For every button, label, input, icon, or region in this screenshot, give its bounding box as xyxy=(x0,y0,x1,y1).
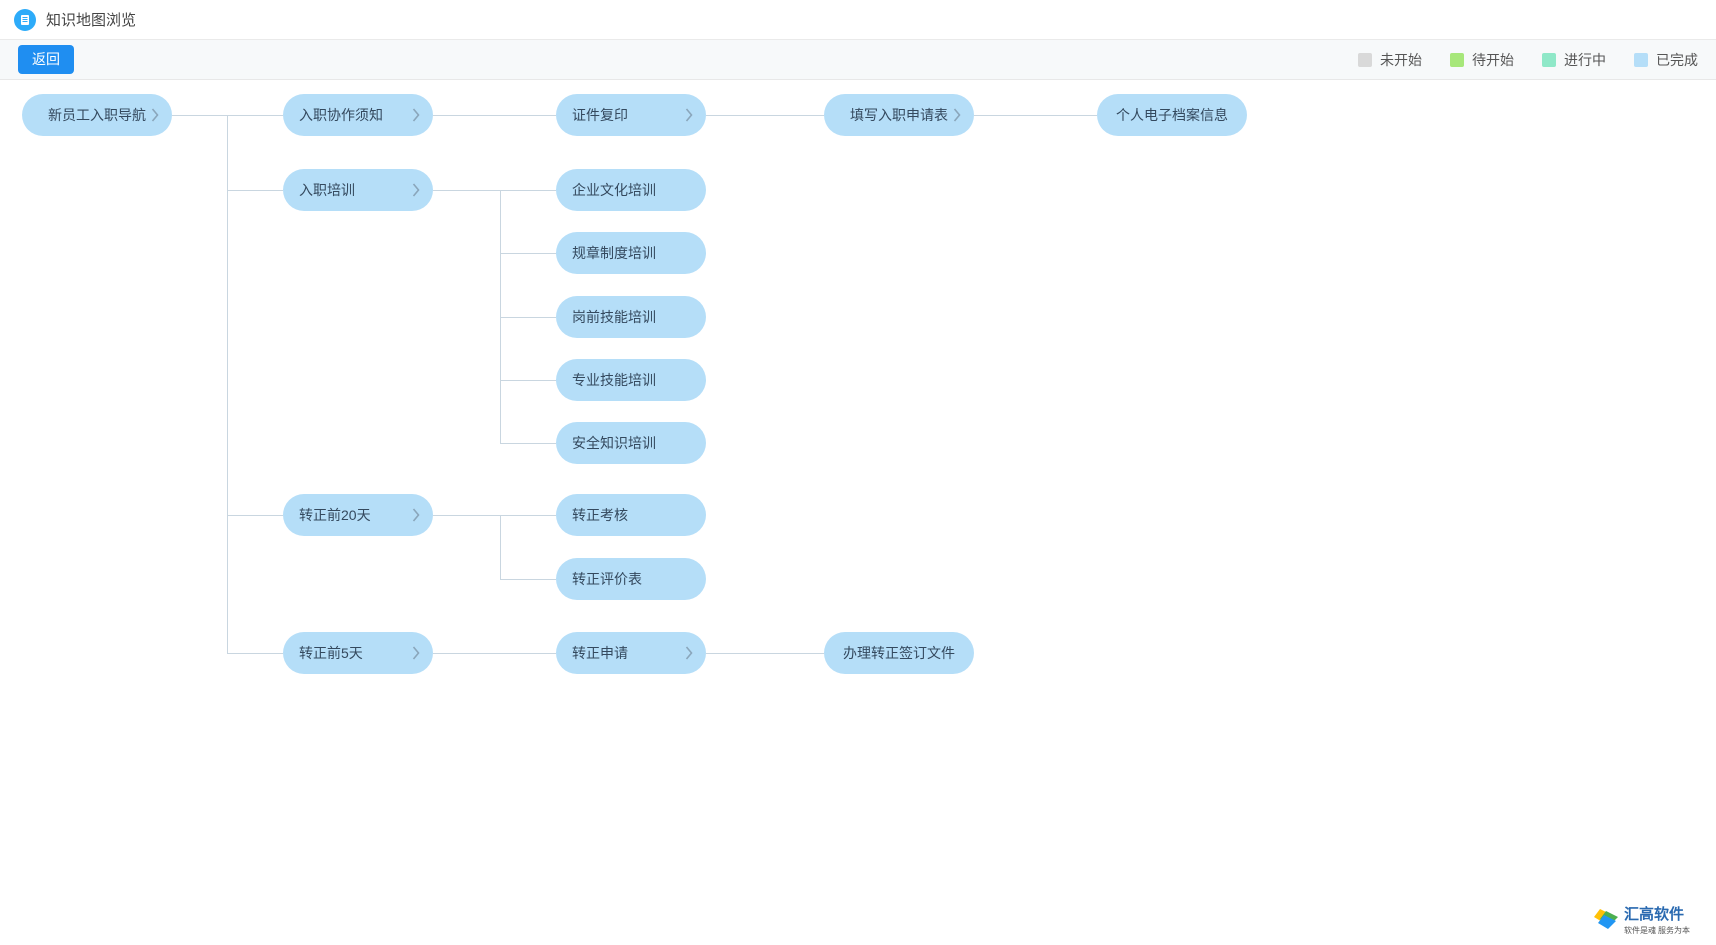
node-pro-skill-training[interactable]: 专业技能培训 xyxy=(556,359,706,401)
chevron-right-icon xyxy=(412,183,421,197)
swatch-icon xyxy=(1450,53,1464,67)
knowledge-map-canvas: 新员工入职导航 入职协作须知 入职培训 转正前20天 转正前5天 证件复印 填写… xyxy=(0,80,1716,945)
node-rules-training[interactable]: 规章制度培训 xyxy=(556,232,706,274)
legend-label: 进行中 xyxy=(1564,50,1606,70)
node-label: 企业文化培训 xyxy=(572,180,656,200)
node-label: 个人电子档案信息 xyxy=(1116,105,1228,125)
legend-label: 已完成 xyxy=(1656,50,1698,70)
node-regular-application[interactable]: 转正申请 xyxy=(556,632,706,674)
node-label: 填写入职申请表 xyxy=(850,105,948,125)
node-label: 转正前20天 xyxy=(299,505,371,525)
node-regular-assessment[interactable]: 转正考核 xyxy=(556,494,706,536)
node-label: 转正考核 xyxy=(572,505,628,525)
node-doc-copy[interactable]: 证件复印 xyxy=(556,94,706,136)
node-label: 入职协作须知 xyxy=(299,105,383,125)
swatch-icon xyxy=(1634,53,1648,67)
connector xyxy=(227,115,283,116)
connector xyxy=(706,653,824,654)
node-label: 办理转正签订文件 xyxy=(843,643,955,663)
chevron-right-icon xyxy=(953,108,962,122)
toolbar: 返回 未开始 待开始 进行中 已完成 xyxy=(0,40,1716,80)
connector xyxy=(172,115,227,116)
legend-label: 待开始 xyxy=(1472,50,1514,70)
legend-completed: 已完成 xyxy=(1634,50,1698,70)
chevron-right-icon xyxy=(412,508,421,522)
node-label: 转正申请 xyxy=(572,643,628,663)
connector xyxy=(227,653,283,654)
node-label: 安全知识培训 xyxy=(572,433,656,453)
page-title: 知识地图浏览 xyxy=(46,9,136,30)
connector xyxy=(500,515,501,579)
chevron-right-icon xyxy=(151,108,160,122)
legend-pending-start: 待开始 xyxy=(1450,50,1514,70)
node-culture-training[interactable]: 企业文化培训 xyxy=(556,169,706,211)
node-label: 入职培训 xyxy=(299,180,355,200)
node-before-regular-5[interactable]: 转正前5天 xyxy=(283,632,433,674)
connector xyxy=(706,115,824,116)
brand-logo: 汇高软件 软件是魂 服务为本 xyxy=(1594,903,1704,937)
connector xyxy=(500,579,556,580)
connector xyxy=(500,190,556,191)
connector xyxy=(974,115,1097,116)
connector xyxy=(433,115,556,116)
node-root[interactable]: 新员工入职导航 xyxy=(22,94,172,136)
legend-in-progress: 进行中 xyxy=(1542,50,1606,70)
connector xyxy=(433,653,556,654)
node-label: 规章制度培训 xyxy=(572,243,656,263)
node-regular-evaluation[interactable]: 转正评价表 xyxy=(556,558,706,600)
connector xyxy=(500,380,556,381)
logo-tagline: 软件是魂 服务为本 xyxy=(1624,925,1690,935)
connector xyxy=(227,190,283,191)
swatch-icon xyxy=(1358,53,1372,67)
connector xyxy=(433,190,500,191)
legend-not-started: 未开始 xyxy=(1358,50,1422,70)
back-button[interactable]: 返回 xyxy=(18,45,74,75)
connector xyxy=(227,115,228,653)
swatch-icon xyxy=(1542,53,1556,67)
chevron-right-icon xyxy=(412,646,421,660)
connector xyxy=(500,317,556,318)
node-onboarding-notice[interactable]: 入职协作须知 xyxy=(283,94,433,136)
node-e-profile[interactable]: 个人电子档案信息 xyxy=(1097,94,1247,136)
chevron-right-icon xyxy=(685,108,694,122)
node-label: 证件复印 xyxy=(572,105,628,125)
connector xyxy=(227,515,283,516)
node-signing-docs[interactable]: 办理转正签订文件 xyxy=(824,632,974,674)
node-label: 新员工入职导航 xyxy=(48,105,146,125)
node-safety-training[interactable]: 安全知识培训 xyxy=(556,422,706,464)
connector xyxy=(500,515,556,516)
status-legend: 未开始 待开始 进行中 已完成 xyxy=(1358,50,1698,70)
node-prejob-training[interactable]: 岗前技能培训 xyxy=(556,296,706,338)
node-entry-form[interactable]: 填写入职申请表 xyxy=(824,94,974,136)
header-bar: 知识地图浏览 xyxy=(0,0,1716,40)
connector xyxy=(433,515,500,516)
node-label: 转正评价表 xyxy=(572,569,642,589)
connector xyxy=(500,443,556,444)
node-label: 岗前技能培训 xyxy=(572,307,656,327)
node-label: 转正前5天 xyxy=(299,643,363,663)
doc-icon xyxy=(14,9,36,31)
logo-text: 汇高软件 xyxy=(1624,905,1684,923)
chevron-right-icon xyxy=(412,108,421,122)
node-before-regular-20[interactable]: 转正前20天 xyxy=(283,494,433,536)
chevron-right-icon xyxy=(685,646,694,660)
connector xyxy=(500,253,556,254)
legend-label: 未开始 xyxy=(1380,50,1422,70)
node-label: 专业技能培训 xyxy=(572,370,656,390)
node-onboarding-training[interactable]: 入职培训 xyxy=(283,169,433,211)
